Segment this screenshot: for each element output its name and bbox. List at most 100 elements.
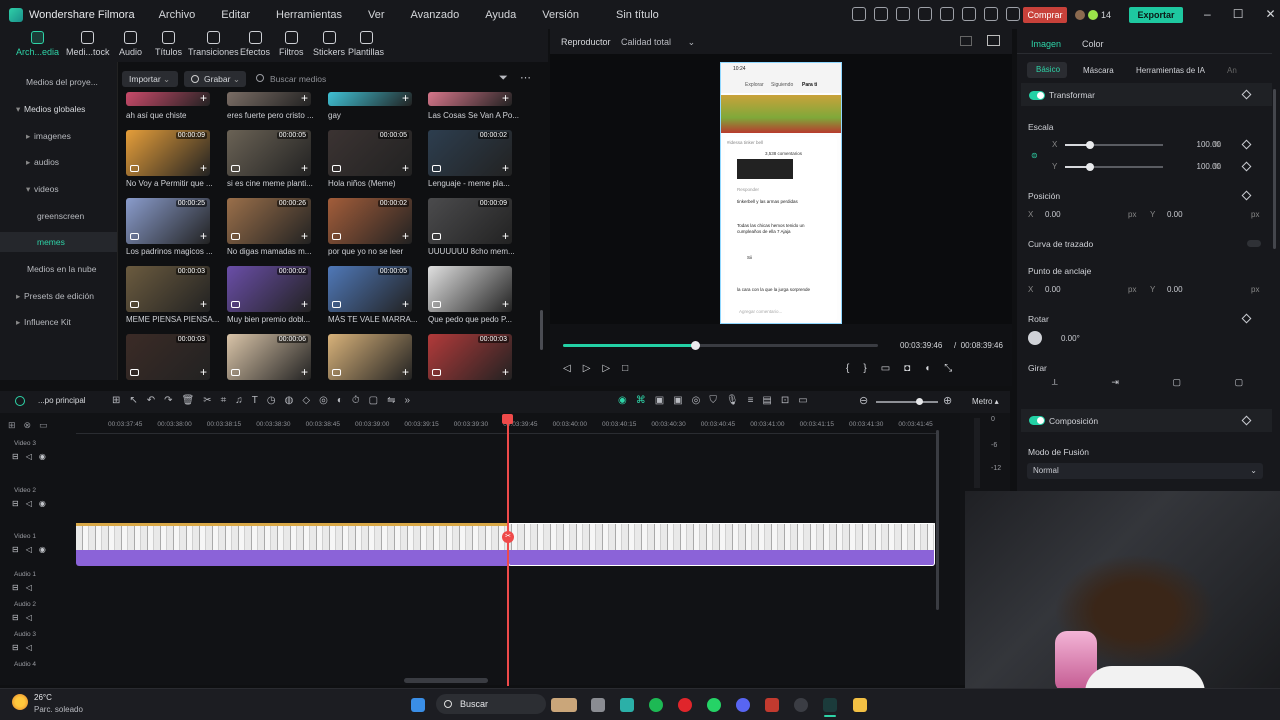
sidebar-item-greenscreen[interactable]: greenscreen — [37, 211, 84, 221]
media-thumbnail[interactable]: 00:00:09 + — [126, 130, 210, 176]
add-to-timeline-icon[interactable]: + — [301, 366, 308, 378]
split-marker-icon[interactable]: ✂ — [502, 531, 514, 543]
track-controls[interactable]: ⊟◁ — [12, 643, 39, 652]
media-thumbnail[interactable]: 00:00:26 + — [227, 198, 311, 244]
add-to-timeline-icon[interactable]: + — [301, 162, 308, 174]
frame-icon[interactable]: ▢ — [369, 395, 378, 406]
subtab-mascara[interactable]: Máscara — [1083, 66, 1114, 75]
files-icon[interactable] — [620, 698, 634, 712]
headset-icon[interactable] — [984, 7, 998, 21]
opera-icon[interactable] — [678, 698, 692, 712]
magnet-icon[interactable]: ⌘ — [636, 395, 646, 406]
add-to-timeline-icon[interactable]: + — [402, 298, 409, 310]
discord-icon[interactable] — [736, 698, 750, 712]
media-scrollbar[interactable] — [540, 310, 543, 350]
maximize-icon[interactable]: ☐ — [1233, 7, 1244, 21]
add-track-icon[interactable]: ⊞ — [8, 420, 16, 431]
menu-editar[interactable]: Editar — [221, 9, 263, 21]
search-input[interactable]: Buscar medios — [254, 71, 494, 87]
add-to-timeline-icon[interactable]: + — [402, 366, 409, 378]
sidebar-item-medios-proyecto[interactable]: Medios del proye... — [18, 77, 98, 87]
play-icon[interactable]: ▷ — [602, 363, 610, 374]
zoom-knob[interactable] — [916, 398, 923, 405]
keyframe-icon[interactable] — [1241, 190, 1252, 201]
add-to-timeline-icon[interactable]: + — [301, 298, 308, 310]
grid-icon[interactable] — [1006, 7, 1020, 21]
menu-ver[interactable]: Ver — [368, 9, 398, 21]
folder-icon[interactable] — [853, 698, 867, 712]
tab-stickers[interactable]: Stickers — [313, 31, 345, 57]
cut-icon[interactable]: ✂ — [203, 395, 211, 406]
tab-imagen[interactable]: Imagen — [1031, 39, 1061, 49]
sidebar-item-presets[interactable]: ▸ Presets de edición — [16, 291, 94, 302]
redo-icon[interactable]: ↷ — [164, 395, 172, 406]
add-to-timeline-icon[interactable]: + — [402, 230, 409, 242]
image-icon[interactable] — [896, 7, 910, 21]
mask-icon[interactable]: ◐ — [337, 395, 343, 406]
preview-frame[interactable]: 10:24 Explorar Siguiendo Para ti #idessa… — [720, 62, 842, 324]
windows-start-icon[interactable] — [411, 698, 425, 712]
track-controls[interactable]: ⊟◁◉ — [12, 452, 53, 461]
media-thumbnail[interactable]: 00:00:09 + — [428, 198, 512, 244]
add-to-timeline-icon[interactable]: + — [402, 162, 409, 174]
keyframe-icon[interactable] — [1241, 161, 1252, 172]
widget-icon[interactable] — [551, 698, 577, 712]
taskbar-search[interactable]: Buscar — [436, 694, 546, 714]
rotate-dial[interactable] — [1028, 331, 1042, 345]
undo-icon[interactable]: ↶ — [147, 395, 155, 406]
media-thumbnail[interactable]: 00:00:03 + — [428, 334, 512, 380]
snapshot-icon[interactable] — [987, 35, 1000, 46]
steam-icon[interactable] — [794, 698, 808, 712]
track-controls[interactable]: ⊟◁◉ — [12, 545, 53, 554]
tab-plantillas[interactable]: Plantillas — [348, 31, 384, 57]
tab-efectos[interactable]: Efectos — [240, 31, 270, 57]
delete-icon[interactable]: 🗑︎ — [182, 395, 195, 406]
menu-avanzado[interactable]: Avanzado — [411, 9, 473, 21]
menu-ayuda[interactable]: Ayuda — [485, 9, 529, 21]
display-icon[interactable]: ▭ — [881, 363, 890, 374]
path-curve-toggle[interactable] — [1247, 240, 1261, 247]
media-thumbnail[interactable]: 00:00:25 + — [126, 198, 210, 244]
add-to-timeline-icon[interactable]: + — [301, 230, 308, 242]
color-icon[interactable]: ◍ — [285, 395, 294, 406]
media-thumbnail[interactable]: 00:00:05 + — [328, 130, 412, 176]
tab-media-stock[interactable]: Medi...tock — [66, 31, 110, 57]
export-button[interactable]: Exportar — [1129, 7, 1183, 23]
link-icon[interactable]: ⊗ — [24, 420, 32, 431]
track-controls[interactable]: ⊟◁ — [12, 613, 39, 622]
credits-badge[interactable]: 14 — [1075, 7, 1111, 23]
add-to-timeline-icon[interactable]: + — [200, 162, 207, 174]
spotify-icon[interactable] — [649, 698, 663, 712]
sidebar-item-medios-globales[interactable]: ▾ Medios globales — [16, 104, 85, 115]
send-icon[interactable] — [874, 7, 888, 21]
track-selector[interactable]: ...po principal — [38, 396, 86, 405]
media-thumbnail[interactable]: 00:00:03 + — [126, 334, 210, 380]
rotate-value[interactable]: 0.00° — [1061, 334, 1080, 343]
sidebar-item-influence-kit[interactable]: ▸ Influence Kit — [16, 317, 71, 328]
render-icon[interactable]: ▣ — [655, 395, 664, 406]
speed-icon[interactable]: ◷ — [267, 395, 276, 406]
timeline-vscrollbar[interactable] — [936, 430, 939, 610]
track-controls[interactable]: ⊟◁ — [12, 583, 39, 592]
timer-icon[interactable]: ⏱ — [352, 395, 360, 406]
scale-y-knob[interactable] — [1086, 163, 1094, 171]
gift-icon[interactable] — [852, 7, 866, 21]
mark-out-icon[interactable]: } — [863, 363, 866, 374]
media-thumbnail[interactable]: + — [328, 92, 412, 106]
scale-x-knob[interactable] — [1086, 141, 1094, 149]
media-thumbnail[interactable]: 00:00:05 + — [227, 130, 311, 176]
track-controls[interactable]: ⊟◁◉ — [12, 499, 53, 508]
chat-icon[interactable]: ▭ — [798, 395, 807, 406]
position-y-field[interactable]: 0.00 — [1167, 210, 1183, 219]
weather-icon[interactable] — [12, 694, 28, 710]
motion-icon[interactable]: ◎ — [692, 395, 701, 406]
position-x-field[interactable]: 0.00 — [1045, 210, 1061, 219]
media-thumbnail[interactable]: 00:00:02 + — [227, 266, 311, 312]
sidebar-item-audios[interactable]: ▸ audios — [26, 157, 59, 168]
tab-filtros[interactable]: Filtros — [279, 31, 304, 57]
media-thumbnail[interactable]: + — [126, 92, 210, 106]
screen-icon[interactable] — [918, 7, 932, 21]
minimize-icon[interactable]: – — [1204, 7, 1211, 21]
add-to-timeline-icon[interactable]: + — [200, 230, 207, 242]
keyframe-icon[interactable]: ◇ — [302, 395, 310, 406]
